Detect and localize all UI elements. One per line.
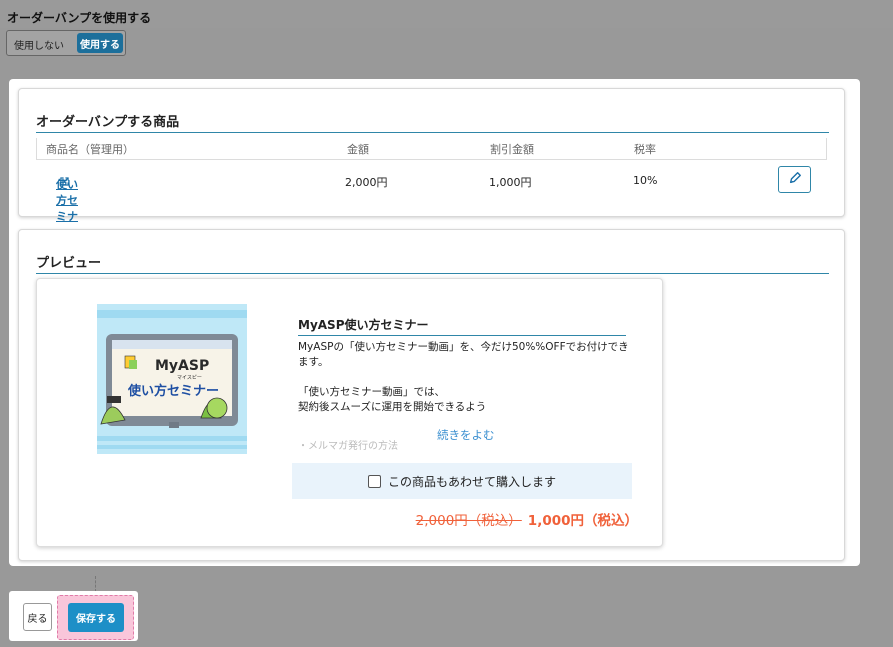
col-name: 商品名（管理用） (46, 143, 134, 156)
purchase-checkbox[interactable] (367, 474, 381, 488)
read-more-link[interactable]: 続きをよむ (437, 427, 495, 443)
toggle-off-option[interactable]: 使用しない (14, 37, 64, 52)
desc-line: 「使い方セミナー動画」では、 (298, 386, 445, 398)
thumb-caption: 使い方セミナー (128, 384, 220, 399)
price-display: 2,000円（税込） 1,000円（税込） (416, 509, 638, 529)
row-discount: 1,000円 (489, 176, 532, 189)
desc-line (298, 370, 638, 385)
pencil-icon (788, 170, 802, 189)
row-tax: 10% (633, 174, 658, 187)
edit-button[interactable] (778, 166, 811, 193)
preview-title: プレビュー (36, 252, 829, 274)
save-button[interactable]: 保存する (68, 603, 124, 632)
preview-description: MyASPの「使い方セミナー動画」を、今だけ50%%OFFでお付けできます。 「… (298, 340, 638, 415)
col-price: 金額 (347, 143, 369, 156)
external-link-icon[interactable] (60, 176, 69, 189)
faded-text: ・メルマガ発行の方法 (298, 441, 398, 452)
old-price: 2,000円（税込） (415, 513, 522, 529)
row-price: 2,000円 (345, 176, 388, 189)
order-bump-title: オーダーバンプを使用する (7, 11, 152, 25)
settings-panel: オーダーバンプする商品 商品名（管理用） 金額 割引金額 税率 使い方セミナー（… (9, 79, 860, 566)
preview-box: MyASP マイスピー 使い方セミナー MyASP使い方セミナー MyASPの「… (36, 278, 663, 547)
back-button[interactable]: 戻る (23, 603, 52, 631)
product-thumbnail: MyASP マイスピー 使い方セミナー (97, 304, 247, 454)
col-tax: 税率 (634, 143, 656, 156)
col-discount: 割引金額 (490, 143, 534, 156)
focus-connector (95, 576, 96, 592)
table-header: 商品名（管理用） 金額 割引金額 税率 (36, 138, 827, 160)
preview-product-title: MyASP使い方セミナー (298, 316, 626, 336)
table-row: 使い方セミナー（割引あり） 2,000円 1,000円 10% (36, 172, 827, 287)
bump-product-card: オーダーバンプする商品 商品名（管理用） 金額 割引金額 税率 使い方セミナー（… (18, 88, 845, 287)
toggle-on-option[interactable]: 使用する (77, 33, 123, 53)
footer-actions: 戻る 保存する (9, 591, 138, 641)
desc-line: MyASPの「使い方セミナー動画」を、今だけ50%%OFFでお付けできます。 (298, 341, 629, 368)
preview-card: プレビュー MyASP マイスピー 使い方セミナー MyASP使い方セミナー M… (18, 229, 845, 561)
thumb-logo: MyASP (155, 358, 210, 374)
new-price: 1,000円（税込） (527, 513, 638, 529)
desc-line: 契約後スムーズに運用を開始できるよう (298, 401, 487, 413)
purchase-checkbox-label[interactable]: この商品もあわせて購入します (388, 473, 556, 490)
bump-section-title: オーダーバンプする商品 (36, 111, 829, 133)
purchase-option[interactable]: この商品もあわせて購入します (292, 463, 632, 499)
use-toggle[interactable]: 使用しない 使用する (6, 30, 126, 56)
